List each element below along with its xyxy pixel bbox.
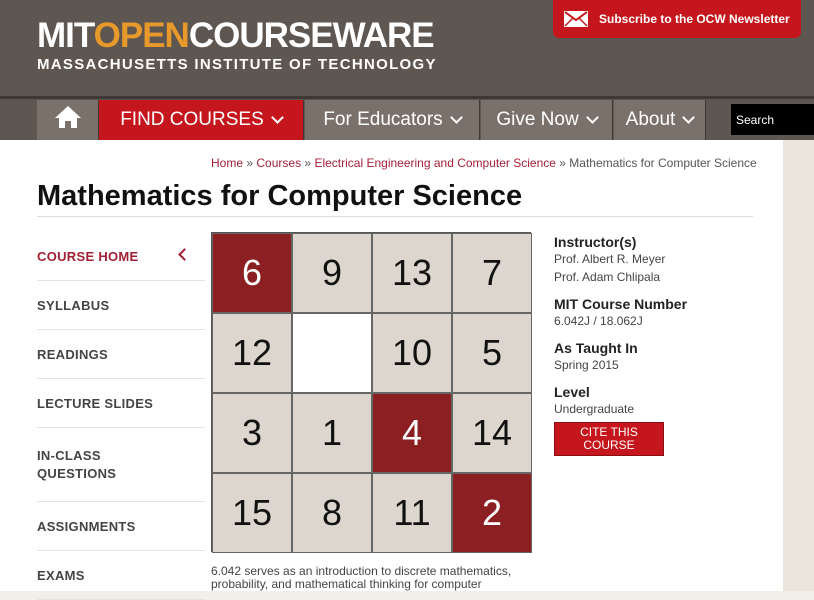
instructor-name[interactable]: Prof. Albert R. Meyer — [554, 250, 754, 268]
newsletter-button[interactable]: Subscribe to the OCW Newsletter — [553, 0, 801, 38]
puzzle-tile: 3 — [212, 393, 292, 473]
puzzle-tile: 7 — [452, 233, 532, 313]
chevron-left-icon — [178, 248, 191, 261]
course-description: 6.042 serves as an introduction to discr… — [211, 564, 512, 591]
title-divider — [37, 216, 753, 217]
course-number: 6.042J / 18.062J — [554, 314, 643, 328]
cite-course-button[interactable]: CITE THIS COURSE — [554, 422, 664, 456]
chevron-down-icon — [682, 111, 696, 124]
search-input[interactable]: Search — [731, 104, 814, 135]
puzzle-tile: 2 — [452, 473, 532, 553]
newsletter-label: Subscribe to the OCW Newsletter — [599, 12, 790, 26]
sidenav-label: COURSE HOME — [37, 248, 139, 264]
puzzle-tile: 14 — [452, 393, 532, 473]
puzzle-tile: 11 — [372, 473, 452, 553]
chevron-down-icon — [270, 111, 284, 124]
nav-for-educators[interactable]: For Educators — [305, 100, 480, 140]
page-title: Mathematics for Computer Science — [37, 180, 523, 212]
puzzle-tile: 8 — [292, 473, 372, 553]
nav-label: For Educators — [323, 109, 443, 130]
sidenav-item-exams[interactable]: EXAMS — [37, 551, 205, 600]
puzzle-tile: 13 — [372, 233, 452, 313]
sidenav-label: IN-CLASS QUESTIONS — [37, 447, 117, 481]
puzzle-tile-blank — [292, 313, 372, 393]
chevron-down-icon — [449, 111, 463, 124]
course-sidenav: COURSE HOME SYLLABUS READINGS LECTURE SL… — [37, 232, 205, 600]
home-icon — [54, 105, 82, 135]
sidenav-label: ASSIGNMENTS — [37, 518, 136, 534]
course-number-group: MIT Course Number 6.042J / 18.062J — [554, 296, 754, 330]
right-scroll-gutter — [783, 140, 814, 591]
sidenav-item-course-home[interactable]: COURSE HOME — [37, 232, 205, 281]
sidenav-item-readings[interactable]: READINGS — [37, 330, 205, 379]
puzzle-tile: 9 — [292, 233, 372, 313]
logo-mit: MIT — [37, 16, 95, 55]
course-info: Instructor(s) Prof. Albert R. Meyer Prof… — [554, 234, 754, 466]
puzzle-tile: 12 — [212, 313, 292, 393]
nav-label: About — [625, 109, 676, 130]
sidenav-label: SYLLABUS — [37, 297, 110, 313]
puzzle-tile: 6 — [212, 233, 292, 313]
instructor-group: Instructor(s) Prof. Albert R. Meyer Prof… — [554, 234, 754, 286]
breadcrumb-current: Mathematics for Computer Science — [569, 156, 757, 170]
puzzle-tile: 10 — [372, 313, 452, 393]
puzzle-tile: 1 — [292, 393, 372, 473]
logo-courseware: COURSEWARE — [188, 16, 435, 55]
site-header: MITOPENCOURSEWARE MASSACHUSETTS INSTITUT… — [0, 0, 814, 96]
sidenav-item-in-class-questions[interactable]: IN-CLASS QUESTIONS — [37, 428, 205, 502]
level-value: Undergraduate — [554, 402, 635, 416]
level-group: Level Undergraduate CITE THIS COURSE — [554, 384, 754, 456]
nav-give-now[interactable]: Give Now — [481, 100, 613, 140]
breadcrumb-dept[interactable]: Electrical Engineering and Computer Scie… — [314, 156, 555, 170]
breadcrumb-sep: » — [246, 156, 254, 170]
puzzle-tile: 15 — [212, 473, 292, 553]
sidenav-item-lecture-slides[interactable]: LECTURE SLIDES — [37, 379, 205, 428]
sidenav-label: EXAMS — [37, 567, 85, 583]
home-button[interactable] — [37, 100, 99, 140]
ocw-logo[interactable]: MITOPENCOURSEWARE — [37, 16, 435, 56]
logo-subtitle: MASSACHUSETTS INSTITUTE OF TECHNOLOGY — [37, 56, 437, 73]
nav-label: FIND COURSES — [120, 109, 264, 130]
sidenav-item-assignments[interactable]: ASSIGNMENTS — [37, 502, 205, 551]
breadcrumb-courses[interactable]: Courses — [256, 156, 301, 170]
course-number-label: MIT Course Number — [554, 296, 688, 312]
main-nav: FIND COURSES For Educators Give Now Abou… — [0, 96, 814, 140]
instructor-label: Instructor(s) — [554, 234, 637, 250]
sidenav-label: LECTURE SLIDES — [37, 395, 154, 411]
puzzle-tile: 4 — [372, 393, 452, 473]
instructor-name[interactable]: Prof. Adam Chlipala — [554, 268, 754, 286]
breadcrumb-sep: » — [304, 156, 312, 170]
taught-label: As Taught In — [554, 340, 638, 356]
taught-term: Spring 2015 — [554, 358, 619, 372]
logo-open: OPEN — [93, 16, 190, 55]
puzzle-tile: 5 — [452, 313, 532, 393]
taught-group: As Taught In Spring 2015 — [554, 340, 754, 374]
nav-about[interactable]: About — [614, 100, 706, 140]
level-label: Level — [554, 384, 590, 400]
nav-find-courses[interactable]: FIND COURSES — [99, 100, 304, 140]
sidenav-label: READINGS — [37, 346, 109, 362]
main-content: Home » Courses » Electrical Engineering … — [0, 140, 783, 600]
nav-label: Give Now — [496, 109, 579, 130]
breadcrumb-sep: » — [559, 156, 566, 170]
sidenav-item-syllabus[interactable]: SYLLABUS — [37, 281, 205, 330]
course-image-puzzle: 6 9 13 7 12 10 5 3 1 4 14 15 8 11 2 — [211, 232, 532, 553]
envelope-icon — [564, 11, 588, 27]
breadcrumb: Home » Courses » Electrical Engineering … — [211, 156, 757, 170]
breadcrumb-home[interactable]: Home — [211, 156, 243, 170]
chevron-down-icon — [585, 111, 599, 124]
search-placeholder: Search — [736, 112, 775, 127]
